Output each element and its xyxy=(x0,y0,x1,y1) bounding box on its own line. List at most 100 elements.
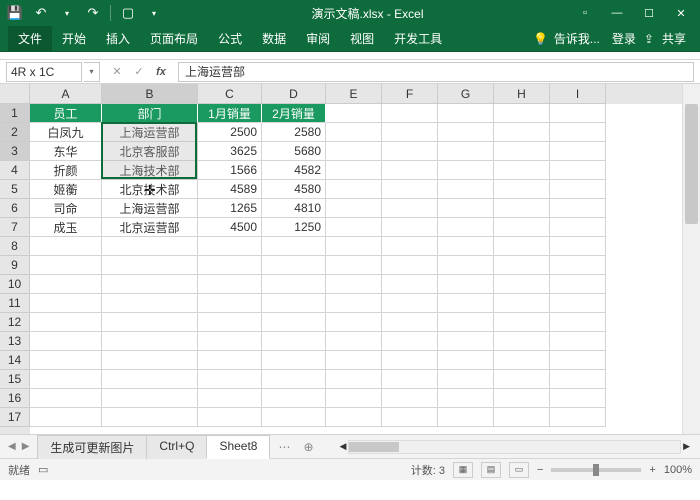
add-sheet-icon[interactable]: ⊕ xyxy=(299,440,317,454)
zoom-level[interactable]: 100% xyxy=(664,464,692,476)
col-header-F[interactable]: F xyxy=(382,84,438,104)
new-doc-icon[interactable]: ▢ xyxy=(117,2,139,24)
enter-formula-icon[interactable]: ✓ xyxy=(128,62,150,82)
cell-E13[interactable] xyxy=(326,332,382,351)
cell-B17[interactable] xyxy=(102,408,198,427)
cell-I13[interactable] xyxy=(550,332,606,351)
cell-A12[interactable] xyxy=(30,313,102,332)
cell-D14[interactable] xyxy=(262,351,326,370)
cell-F15[interactable] xyxy=(382,370,438,389)
row-header-7[interactable]: 7 xyxy=(0,218,30,237)
cell-H15[interactable] xyxy=(494,370,550,389)
col-header-D[interactable]: D xyxy=(262,84,326,104)
cell-B13[interactable] xyxy=(102,332,198,351)
cell-F2[interactable] xyxy=(382,123,438,142)
cell-I3[interactable] xyxy=(550,142,606,161)
tab-7[interactable]: 开发工具 xyxy=(384,26,452,52)
cell-E4[interactable] xyxy=(326,161,382,180)
col-header-H[interactable]: H xyxy=(494,84,550,104)
cell-D7[interactable]: 1250 xyxy=(262,218,326,237)
tell-me-input[interactable]: 告诉我... xyxy=(550,26,604,52)
cell-G1[interactable] xyxy=(438,104,494,123)
cell-F9[interactable] xyxy=(382,256,438,275)
undo-icon[interactable]: ↶ xyxy=(30,2,52,24)
col-header-I[interactable]: I xyxy=(550,84,606,104)
view-page-layout-icon[interactable]: ▤ xyxy=(481,462,501,478)
cell-I5[interactable] xyxy=(550,180,606,199)
cell-C4[interactable]: 1566 xyxy=(198,161,262,180)
cell-A11[interactable] xyxy=(30,294,102,313)
cell-H16[interactable] xyxy=(494,389,550,408)
cell-B16[interactable] xyxy=(102,389,198,408)
cell-G3[interactable] xyxy=(438,142,494,161)
cell-E1[interactable] xyxy=(326,104,382,123)
tab-6[interactable]: 视图 xyxy=(340,26,384,52)
cell-G7[interactable] xyxy=(438,218,494,237)
cell-C11[interactable] xyxy=(198,294,262,313)
tab-file[interactable]: 文件 xyxy=(8,26,52,52)
row-header-10[interactable]: 10 xyxy=(0,275,30,294)
cell-I15[interactable] xyxy=(550,370,606,389)
cell-E14[interactable] xyxy=(326,351,382,370)
col-header-A[interactable]: A xyxy=(30,84,102,104)
vertical-scrollbar[interactable] xyxy=(682,84,700,434)
cell-B6[interactable]: 上海运营部 xyxy=(102,199,198,218)
cell-E12[interactable] xyxy=(326,313,382,332)
cell-C6[interactable]: 1265 xyxy=(198,199,262,218)
undo-dropdown-icon[interactable]: ▾ xyxy=(56,2,78,24)
sheet-tab-1[interactable]: Ctrl+Q xyxy=(146,435,207,459)
cell-G17[interactable] xyxy=(438,408,494,427)
cell-A16[interactable] xyxy=(30,389,102,408)
cell-F8[interactable] xyxy=(382,237,438,256)
row-header-4[interactable]: 4 xyxy=(0,161,30,180)
cell-B2[interactable]: 上海运营部 xyxy=(102,123,198,142)
row-header-13[interactable]: 13 xyxy=(0,332,30,351)
cell-C17[interactable] xyxy=(198,408,262,427)
cell-E17[interactable] xyxy=(326,408,382,427)
cell-G2[interactable] xyxy=(438,123,494,142)
row-header-9[interactable]: 9 xyxy=(0,256,30,275)
close-icon[interactable]: ✕ xyxy=(666,2,696,24)
cell-B4[interactable]: 上海技术部 xyxy=(102,161,198,180)
cell-G6[interactable] xyxy=(438,199,494,218)
cell-F1[interactable] xyxy=(382,104,438,123)
sheet-nav-right-icon[interactable]: ▶ xyxy=(22,441,30,452)
cell-I11[interactable] xyxy=(550,294,606,313)
cell-I12[interactable] xyxy=(550,313,606,332)
cell-A1[interactable]: 员工 xyxy=(30,104,102,123)
cell-B7[interactable]: 北京运营部 xyxy=(102,218,198,237)
cell-I7[interactable] xyxy=(550,218,606,237)
zoom-slider[interactable] xyxy=(551,468,641,472)
tab-3[interactable]: 公式 xyxy=(208,26,252,52)
cell-D10[interactable] xyxy=(262,275,326,294)
cell-D16[interactable] xyxy=(262,389,326,408)
cell-C14[interactable] xyxy=(198,351,262,370)
tab-0[interactable]: 开始 xyxy=(52,26,96,52)
cell-C9[interactable] xyxy=(198,256,262,275)
cell-C10[interactable] xyxy=(198,275,262,294)
row-header-3[interactable]: 3 xyxy=(0,142,30,161)
macro-record-icon[interactable]: ▭ xyxy=(38,463,48,476)
cell-F17[interactable] xyxy=(382,408,438,427)
cell-B1[interactable]: 部门 xyxy=(102,104,198,123)
cell-G4[interactable] xyxy=(438,161,494,180)
cell-D1[interactable]: 2月销量 xyxy=(262,104,326,123)
cell-I9[interactable] xyxy=(550,256,606,275)
cell-B15[interactable] xyxy=(102,370,198,389)
cell-A7[interactable]: 成玉 xyxy=(30,218,102,237)
cell-D5[interactable]: 4580 xyxy=(262,180,326,199)
cell-I8[interactable] xyxy=(550,237,606,256)
cell-D11[interactable] xyxy=(262,294,326,313)
tab-5[interactable]: 审阅 xyxy=(296,26,340,52)
cell-F11[interactable] xyxy=(382,294,438,313)
cell-H4[interactable] xyxy=(494,161,550,180)
cell-F12[interactable] xyxy=(382,313,438,332)
cell-H1[interactable] xyxy=(494,104,550,123)
save-icon[interactable]: 💾 xyxy=(4,2,26,24)
minimize-icon[interactable]: — xyxy=(602,2,632,24)
cell-H6[interactable] xyxy=(494,199,550,218)
cell-A3[interactable]: 东华 xyxy=(30,142,102,161)
cell-A17[interactable] xyxy=(30,408,102,427)
cell-A6[interactable]: 司命 xyxy=(30,199,102,218)
cell-H12[interactable] xyxy=(494,313,550,332)
